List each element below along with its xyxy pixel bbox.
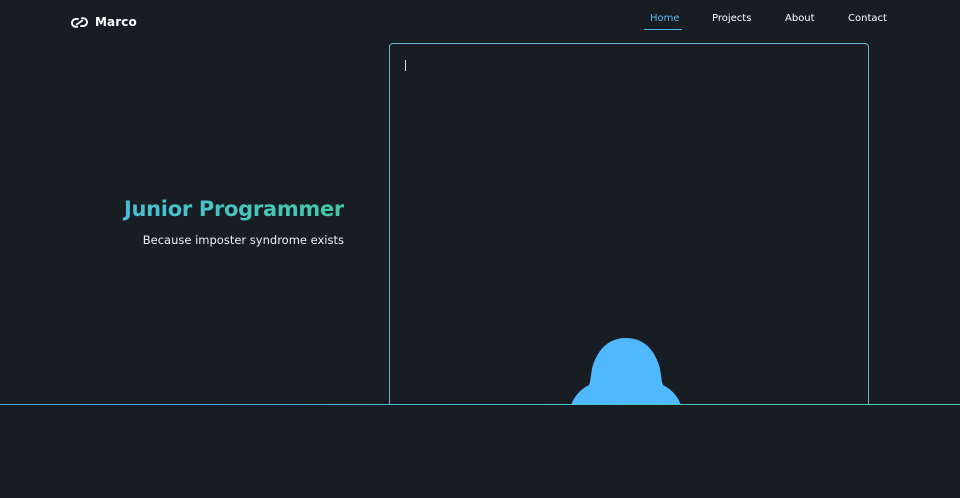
terminal-window (389, 43, 869, 443)
nav-active-underline (644, 29, 682, 30)
page: Marco Home Projects About Contact Junior… (0, 0, 960, 498)
hero-title: Junior Programmer (0, 197, 344, 221)
hooded-figure-icon (570, 338, 682, 408)
bottom-section (0, 405, 960, 498)
nav-about[interactable]: About (785, 12, 815, 26)
text-cursor (405, 60, 406, 71)
nav-projects[interactable]: Projects (712, 12, 751, 26)
hero-subtitle: Because imposter syndrome exists (142, 233, 344, 247)
nav-home[interactable]: Home (650, 12, 680, 26)
nav-contact[interactable]: Contact (848, 12, 887, 26)
main-nav: Home Projects About Contact (0, 12, 960, 34)
